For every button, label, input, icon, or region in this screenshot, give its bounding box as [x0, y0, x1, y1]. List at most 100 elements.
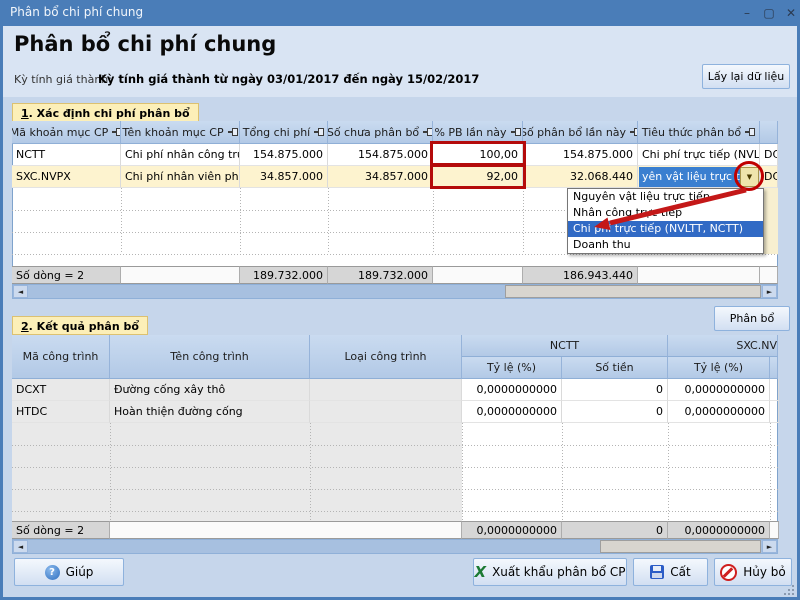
table-cell[interactable]: 0	[562, 401, 668, 423]
export-allocation-button[interactable]: XXuất khẩu phân bổ CP	[473, 558, 627, 586]
table-cell[interactable]: Đường cống xây thô	[110, 379, 310, 401]
table-cell[interactable]: DCXT	[760, 144, 778, 166]
col-header-label: Tổng chi phí	[243, 126, 310, 139]
col-header-label: Tên khoản mục CP	[122, 126, 223, 139]
gridline	[462, 423, 463, 521]
table-cell[interactable]: NCTT	[12, 144, 121, 166]
table-cell[interactable]: 154.875.000	[240, 144, 328, 166]
pin-icon[interactable]	[314, 128, 324, 136]
row-count-label: Số dòng = 2	[12, 266, 121, 284]
pin-icon[interactable]	[228, 128, 238, 136]
scroll-right-glyph: ►	[767, 288, 772, 296]
table-cell[interactable]: HTDC	[12, 401, 110, 423]
help-button[interactable]: ?Giúp	[14, 558, 124, 586]
resize-grip[interactable]	[784, 585, 794, 595]
gridline	[562, 423, 563, 521]
cancel-button[interactable]: Hủy bỏ	[714, 558, 792, 586]
summary-cell	[121, 266, 240, 284]
period-value: Kỳ tính giá thành từ ngày 03/01/2017 đến…	[98, 72, 479, 86]
col-header-so-phan-bo[interactable]: Số phân bổ lần này	[523, 121, 638, 144]
table-cell[interactable]: DCXT	[12, 379, 110, 401]
table-cell[interactable]: 154.875.000	[328, 144, 433, 166]
help-glyph: ?	[49, 567, 55, 578]
scroll-right-icon[interactable]: ►	[762, 285, 777, 298]
col-header-tong-chi-phi[interactable]: Tổng chi phí	[240, 121, 328, 144]
pin-icon[interactable]	[112, 128, 121, 136]
summary-total: 189.732.000	[240, 266, 328, 284]
annotation-arrow	[560, 182, 760, 242]
col-header-ty-le-nctt[interactable]: Tỷ lệ (%)	[462, 357, 562, 379]
table-cell[interactable]	[310, 401, 462, 423]
gridline	[12, 489, 778, 490]
section1-label: . Xác định chi phí phân bổ	[29, 107, 190, 120]
readonly-column-band	[12, 423, 462, 521]
pin-icon[interactable]	[745, 128, 755, 136]
summary-cell	[770, 521, 779, 539]
table-cell[interactable]: 0,0000000000	[668, 401, 770, 423]
maximize-icon[interactable]: ▢	[760, 4, 778, 22]
col-header-label: Tiêu thức phân bổ	[642, 126, 741, 139]
table-cell[interactable]: 154.875.000	[523, 144, 638, 166]
col-header-ten-khoan-muc[interactable]: Tên khoản mục CP	[121, 121, 240, 144]
cancel-icon	[720, 564, 737, 581]
dialog-window: Phân bổ chi phí chung – ▢ ✕ Phân bổ chi …	[0, 0, 800, 600]
gridline	[523, 188, 524, 254]
col-header-clipped[interactable]	[770, 357, 778, 379]
col-header-ty-le-sxc[interactable]: Tỷ lệ (%)	[668, 357, 770, 379]
col-header-tieu-thuc[interactable]: Tiêu thức phân bổ	[638, 121, 760, 144]
reload-data-button[interactable]: Lấy lại dữ liệu	[702, 64, 790, 89]
summary-cell	[638, 266, 760, 284]
gridline	[12, 254, 778, 255]
pin-icon[interactable]	[630, 128, 638, 136]
close-icon[interactable]: ✕	[782, 4, 800, 22]
section2-label: . Kết quả phân bổ	[29, 320, 139, 333]
section2-tab: 2. Kết quả phân bổ	[12, 316, 148, 335]
table-cell[interactable]: 0	[562, 379, 668, 401]
gridline	[328, 188, 329, 254]
table-cell[interactable]: Chi phí nhân công trự	[121, 144, 240, 166]
pin-icon[interactable]	[511, 128, 521, 136]
page-title: Phân bổ chi phí chung	[14, 32, 276, 56]
gridline	[12, 511, 778, 512]
col-header-loai-cong-trinh[interactable]: Loại công trình	[310, 335, 462, 379]
table-cell[interactable]	[310, 379, 462, 401]
table-cell[interactable]: 0,0000000000	[462, 379, 562, 401]
excel-icon: X	[475, 565, 487, 580]
col-header-clipped[interactable]	[760, 121, 778, 144]
col-header-ten-cong-trinh[interactable]: Tên công trình	[110, 335, 310, 379]
col-header-ma-khoan-muc[interactable]: Mã khoản mục CP	[12, 121, 121, 144]
col-header-label: Mã khoản mục CP	[12, 126, 108, 139]
section2-number: 2	[21, 320, 29, 333]
cancel-label: Hủy bỏ	[743, 565, 786, 579]
col-header-ma-cong-trinh[interactable]: Mã công trình	[12, 335, 110, 379]
scrollbar-thumb[interactable]	[505, 285, 761, 298]
gridline	[240, 188, 241, 254]
col-header-so-tien[interactable]: Số tiền	[562, 357, 668, 379]
minimize-icon[interactable]: –	[738, 4, 756, 22]
gridline	[770, 423, 771, 521]
table-cell[interactable]	[770, 401, 779, 423]
scroll-left-icon[interactable]: ◄	[13, 540, 28, 553]
summary-unallocated: 189.732.000	[328, 266, 433, 284]
save-icon	[650, 565, 664, 579]
scroll-left-glyph: ◄	[18, 543, 23, 551]
table-cell[interactable]: SXC.NVPX	[12, 166, 121, 188]
allocate-button[interactable]: Phân bổ	[714, 306, 790, 331]
col-group-nctt[interactable]: NCTT	[462, 335, 668, 357]
table-cell[interactable]: 34.857.000	[240, 166, 328, 188]
save-button[interactable]: Cất	[633, 558, 708, 586]
col-header-so-chua-phan-bo[interactable]: Số chưa phân bổ	[328, 121, 433, 144]
table-cell[interactable]: Chi phí nhân viên phâ	[121, 166, 240, 188]
table-cell[interactable]: 0,0000000000	[668, 379, 770, 401]
table-cell[interactable]: Hoàn thiện đường cống	[110, 401, 310, 423]
table-cell[interactable]: 0,0000000000	[462, 401, 562, 423]
scroll-left-icon[interactable]: ◄	[13, 285, 28, 298]
window-title: Phân bổ chi phí chung	[10, 5, 143, 19]
col-group-sxc[interactable]: SXC.NV	[668, 335, 778, 357]
scroll-right-icon[interactable]: ►	[762, 540, 777, 553]
scrollbar-thumb[interactable]	[600, 540, 761, 553]
pin-icon[interactable]	[423, 128, 433, 136]
table-cell[interactable]: 34.857.000	[328, 166, 433, 188]
summary-allocated: 186.943.440	[523, 266, 638, 284]
table-cell[interactable]	[770, 379, 779, 401]
